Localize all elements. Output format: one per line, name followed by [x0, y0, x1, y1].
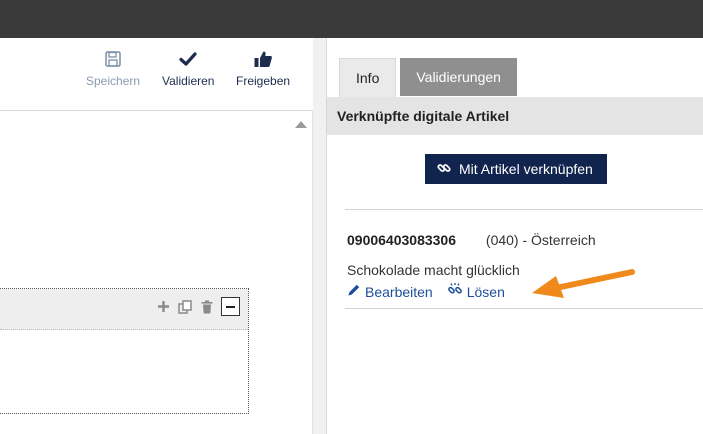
- release-button[interactable]: Freigeben: [236, 48, 290, 88]
- unlink-link-label: Lösen: [466, 283, 505, 300]
- trash-icon[interactable]: [199, 299, 215, 315]
- minus-icon: [226, 305, 235, 308]
- entry-actions: Bearbeiten Lösen: [347, 282, 505, 301]
- link-article-button-label: Mit Artikel verknüpfen: [459, 161, 593, 177]
- sub-section-header: [0, 289, 248, 330]
- plus-icon[interactable]: [155, 299, 171, 315]
- link-article-button[interactable]: Mit Artikel verknüpfen: [425, 154, 607, 184]
- copy-icon[interactable]: [177, 299, 193, 315]
- pencil-icon: [347, 283, 365, 300]
- panel-gutter: [313, 38, 326, 434]
- tab-info[interactable]: Info: [339, 58, 397, 97]
- article-country: (040) - Österreich: [485, 232, 596, 248]
- edit-link[interactable]: Bearbeiten: [347, 283, 433, 300]
- left-panel: Speichern Validieren Freigeben: [0, 38, 313, 434]
- scroll-up-icon[interactable]: [295, 121, 307, 128]
- linked-article-entry: 09006403083306 (040) - Österreich Schoko…: [345, 209, 703, 309]
- unlink-icon: [447, 282, 467, 301]
- sub-section-box: [0, 288, 249, 414]
- section-title: Verknüpfte digitale Artikel: [327, 97, 703, 135]
- link-icon: [437, 161, 459, 178]
- release-button-label: Freigeben: [236, 74, 291, 88]
- check-icon: [178, 48, 198, 70]
- entry-header: 09006403083306 (040) - Österreich: [347, 232, 596, 248]
- edit-link-label: Bearbeiten: [365, 283, 433, 300]
- tab-validierungen[interactable]: Validierungen: [400, 58, 517, 96]
- unlink-link[interactable]: Lösen: [447, 282, 505, 301]
- save-button-label: Speichern: [86, 74, 141, 88]
- validate-button[interactable]: Validieren: [162, 48, 214, 88]
- right-panel: Info Validierungen Verknüpfte digitale A…: [326, 38, 703, 434]
- article-code: 09006403083306: [347, 232, 457, 248]
- validate-button-label: Validieren: [162, 74, 215, 88]
- tab-bar: Info Validierungen: [339, 58, 517, 97]
- collapse-button[interactable]: [221, 297, 240, 316]
- toolbar: Speichern Validieren Freigeben: [0, 38, 313, 111]
- article-description: Schokolade macht glücklich: [347, 262, 520, 278]
- top-bar: [0, 0, 703, 38]
- save-button[interactable]: Speichern: [86, 48, 140, 88]
- sub-section-actions: [155, 297, 240, 316]
- thumbs-up-icon: [253, 48, 273, 70]
- save-icon: [104, 48, 122, 70]
